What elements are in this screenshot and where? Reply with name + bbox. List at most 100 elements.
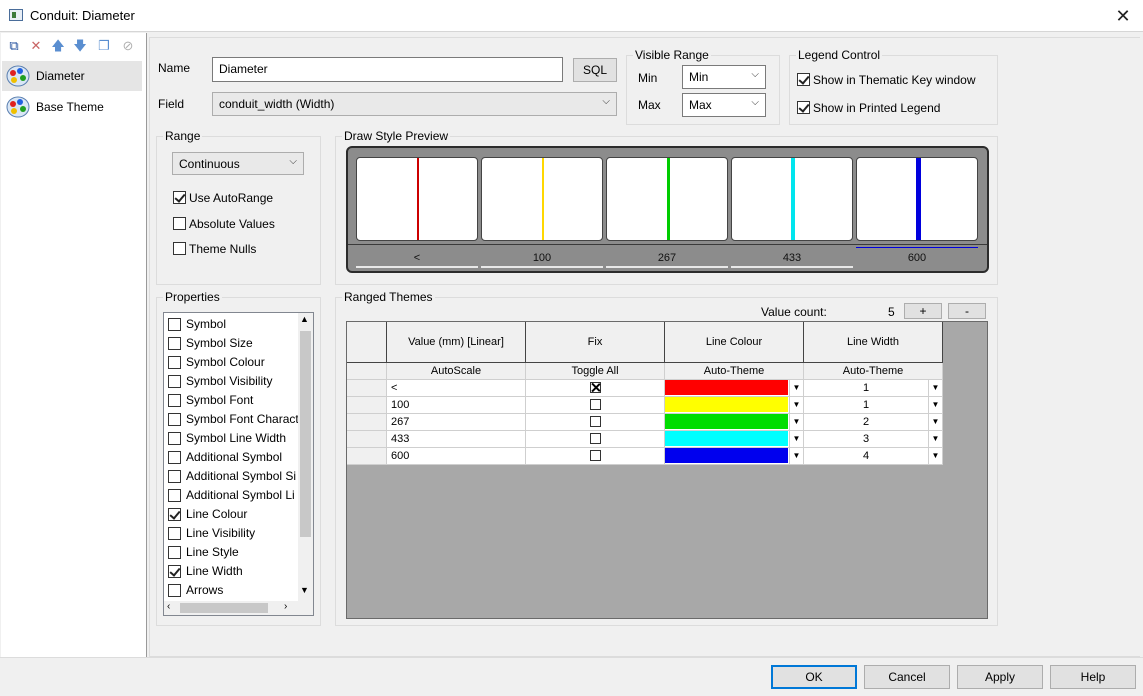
properties-list-item[interactable]: Symbol bbox=[168, 315, 298, 334]
property-checkbox[interactable] bbox=[168, 451, 181, 464]
properties-list-item[interactable]: Line Visibility bbox=[168, 524, 298, 543]
property-checkbox[interactable] bbox=[168, 565, 181, 578]
close-icon[interactable]: ✕ bbox=[1110, 4, 1136, 28]
property-checkbox[interactable] bbox=[168, 508, 181, 521]
line-width-cell[interactable]: 4 ▼ bbox=[804, 448, 943, 465]
line-width-cell[interactable]: 1 ▼ bbox=[804, 397, 943, 414]
properties-list-item[interactable]: Symbol Colour bbox=[168, 353, 298, 372]
property-checkbox[interactable] bbox=[168, 432, 181, 445]
property-checkbox[interactable] bbox=[168, 337, 181, 350]
move-down-icon[interactable]: 🡇 bbox=[73, 39, 87, 53]
column-subheader-button[interactable]: Toggle All bbox=[526, 363, 665, 380]
property-checkbox[interactable] bbox=[168, 356, 181, 369]
properties-list-item[interactable]: Line Style bbox=[168, 543, 298, 562]
add-range-button[interactable]: + bbox=[904, 303, 942, 319]
apply-button[interactable]: Apply bbox=[957, 665, 1043, 689]
properties-list-item[interactable]: Additional Symbol Si bbox=[168, 467, 298, 486]
use-autorange-checkbox[interactable] bbox=[173, 191, 186, 204]
properties-vscrollbar[interactable]: ▲ ▼ bbox=[298, 313, 313, 601]
column-subheader-button[interactable]: AutoScale bbox=[387, 363, 526, 380]
help-button[interactable]: Help bbox=[1050, 665, 1136, 689]
line-width-cell[interactable]: 1 ▼ bbox=[804, 380, 943, 397]
properties-list-item[interactable]: Symbol Visibility bbox=[168, 372, 298, 391]
ok-button[interactable]: OK bbox=[771, 665, 857, 689]
chevron-down-icon[interactable]: ▼ bbox=[928, 397, 942, 413]
chevron-down-icon[interactable]: ▼ bbox=[789, 431, 803, 447]
theme-nulls-checkbox[interactable] bbox=[173, 242, 186, 255]
chevron-down-icon[interactable]: ▼ bbox=[789, 380, 803, 396]
cancel-button[interactable]: Cancel bbox=[864, 665, 950, 689]
value-cell[interactable]: 267 bbox=[387, 414, 526, 431]
line-colour-cell[interactable]: ▼ bbox=[665, 431, 804, 448]
move-up-icon[interactable]: 🡅 bbox=[51, 39, 65, 53]
line-width-cell[interactable]: 3 ▼ bbox=[804, 431, 943, 448]
properties-list-item[interactable]: Line Colour bbox=[168, 505, 298, 524]
value-cell[interactable]: 100 bbox=[387, 397, 526, 414]
column-subheader-button[interactable]: Auto-Theme bbox=[804, 363, 943, 380]
property-checkbox[interactable] bbox=[168, 584, 181, 597]
range-mode-select[interactable]: Continuous ⌵ bbox=[172, 152, 304, 175]
sql-button[interactable]: SQL bbox=[573, 58, 617, 82]
property-checkbox[interactable] bbox=[168, 489, 181, 502]
line-width-cell[interactable]: 2 ▼ bbox=[804, 414, 943, 431]
line-colour-cell[interactable]: ▼ bbox=[665, 414, 804, 431]
show-printed-checkbox[interactable] bbox=[797, 101, 810, 114]
copy-icon[interactable]: ❐ bbox=[97, 39, 111, 53]
property-checkbox[interactable] bbox=[168, 413, 181, 426]
row-header[interactable] bbox=[347, 414, 387, 431]
property-checkbox[interactable] bbox=[168, 375, 181, 388]
chevron-down-icon[interactable]: ▼ bbox=[928, 380, 942, 396]
chevron-left-icon[interactable]: ‹ bbox=[167, 601, 170, 612]
chevron-right-icon[interactable]: › bbox=[284, 601, 287, 612]
row-header[interactable] bbox=[347, 431, 387, 448]
properties-hscrollbar[interactable]: ‹ › bbox=[164, 601, 313, 615]
row-header[interactable] bbox=[347, 397, 387, 414]
properties-list[interactable]: ▲ ▼ ‹ › Symbol Symbol Size Symbol Colour Sy… bbox=[163, 312, 314, 616]
line-colour-cell[interactable]: ▼ bbox=[665, 448, 804, 465]
name-input[interactable]: Diameter bbox=[212, 57, 563, 82]
properties-list-item[interactable]: Additional Symbol bbox=[168, 448, 298, 467]
fix-checkbox[interactable] bbox=[590, 399, 601, 410]
value-cell[interactable]: 600 bbox=[387, 448, 526, 465]
tree-item-diameter[interactable]: Diameter bbox=[2, 61, 142, 91]
chevron-down-icon[interactable]: ▼ bbox=[789, 448, 803, 464]
disable-icon[interactable]: ⊘ bbox=[121, 39, 135, 53]
max-select[interactable]: Max ⌵ bbox=[682, 93, 766, 117]
properties-list-item[interactable]: Symbol Font Charact bbox=[168, 410, 298, 429]
properties-list-item[interactable]: Symbol Font bbox=[168, 391, 298, 410]
properties-hscroll-thumb[interactable] bbox=[180, 603, 268, 613]
properties-list-item[interactable]: Arrows bbox=[168, 581, 298, 600]
properties-list-item[interactable]: Symbol Line Width bbox=[168, 429, 298, 448]
min-select[interactable]: Min ⌵ bbox=[682, 65, 766, 89]
tree-item-base-theme[interactable]: Base Theme bbox=[2, 92, 142, 122]
absolute-values-checkbox[interactable] bbox=[173, 217, 186, 230]
chevron-down-icon[interactable]: ▼ bbox=[789, 414, 803, 430]
properties-vscroll-thumb[interactable] bbox=[300, 331, 311, 537]
chevron-down-icon[interactable]: ▼ bbox=[928, 431, 942, 447]
chevron-up-icon[interactable]: ▲ bbox=[300, 314, 309, 324]
property-checkbox[interactable] bbox=[168, 527, 181, 540]
chevron-down-icon[interactable]: ▼ bbox=[928, 448, 942, 464]
row-header[interactable] bbox=[347, 448, 387, 465]
row-header[interactable] bbox=[347, 380, 387, 397]
fix-checkbox[interactable] bbox=[590, 382, 601, 393]
fix-checkbox[interactable] bbox=[590, 416, 601, 427]
chevron-down-icon[interactable]: ▼ bbox=[928, 414, 942, 430]
property-checkbox[interactable] bbox=[168, 470, 181, 483]
line-colour-cell[interactable]: ▼ bbox=[665, 380, 804, 397]
column-subheader-button[interactable]: Auto-Theme bbox=[665, 363, 804, 380]
new-theme-icon[interactable]: ⧉ bbox=[7, 39, 21, 53]
remove-range-button[interactable]: - bbox=[948, 303, 986, 319]
fix-checkbox[interactable] bbox=[590, 450, 601, 461]
properties-list-item[interactable]: Line Width bbox=[168, 562, 298, 581]
value-cell[interactable]: < bbox=[387, 380, 526, 397]
line-colour-cell[interactable]: ▼ bbox=[665, 397, 804, 414]
property-checkbox[interactable] bbox=[168, 318, 181, 331]
delete-icon[interactable]: ✕ bbox=[29, 39, 43, 53]
show-thematic-checkbox[interactable] bbox=[797, 73, 810, 86]
chevron-down-icon[interactable]: ▼ bbox=[300, 585, 309, 595]
fix-checkbox[interactable] bbox=[590, 433, 601, 444]
field-select[interactable]: conduit_width (Width) ⌵ bbox=[212, 92, 617, 116]
property-checkbox[interactable] bbox=[168, 546, 181, 559]
property-checkbox[interactable] bbox=[168, 394, 181, 407]
